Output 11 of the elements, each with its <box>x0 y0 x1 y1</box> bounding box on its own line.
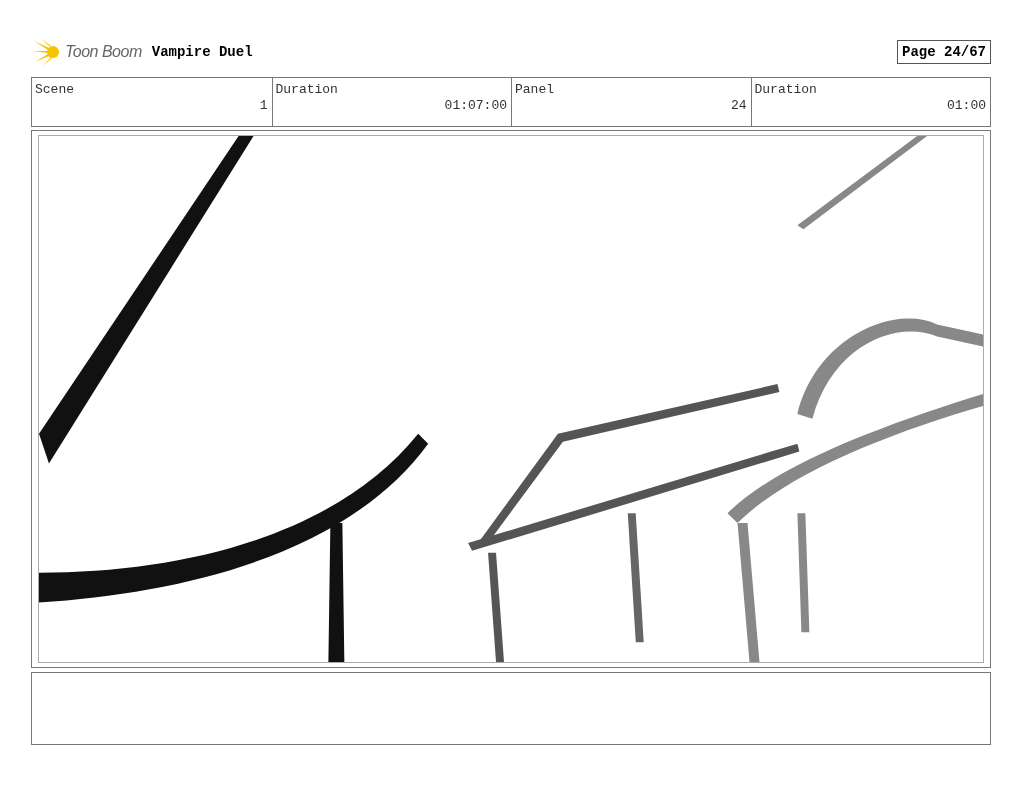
table-cell-text: 1 <box>258 98 268 113</box>
column-heading: Scene <box>35 82 75 97</box>
column-heading: Duration <box>754 82 818 97</box>
column-heading: Panel <box>515 82 555 97</box>
column-heading: Duration <box>275 82 339 97</box>
table-cell-text: 01:00 <box>946 98 986 113</box>
logo-text: Toon Boom <box>65 43 142 61</box>
page-number: Page 24/67 <box>897 40 991 64</box>
table-cell-text: 01:07:00 <box>443 98 507 113</box>
storyboard-title: Vampire Duel <box>151 44 253 60</box>
table-cell-text: 24 <box>729 98 747 113</box>
